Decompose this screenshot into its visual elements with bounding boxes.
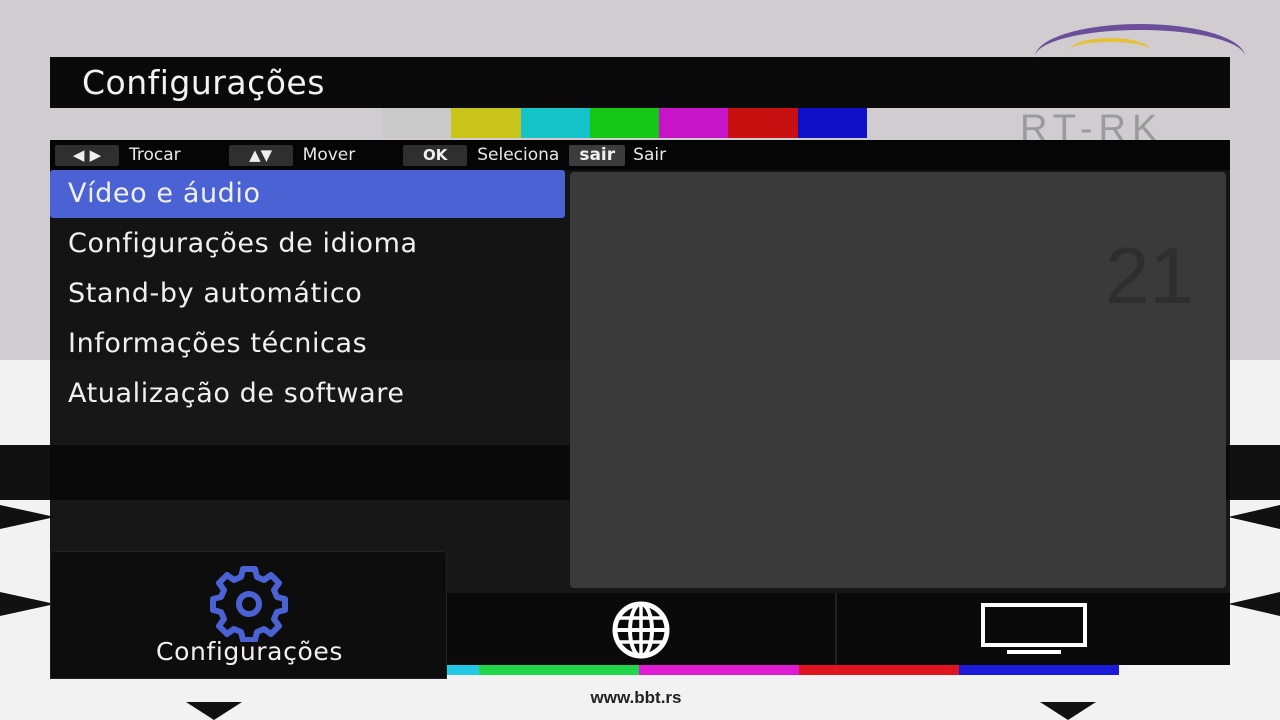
page-title: Configurações: [82, 63, 325, 102]
background-channel-number: 21: [1105, 231, 1194, 320]
left-right-key: ◀ ▶: [55, 144, 119, 166]
tab-settings-label: Configurações: [156, 637, 343, 666]
menu-item-language[interactable]: Configurações de idioma: [50, 220, 565, 268]
settings-panel: Vídeo e áudio Configurações de idioma St…: [50, 170, 1230, 593]
exit-key: sair: [569, 144, 626, 166]
key-hint-bar: ◀ ▶ Trocar ▲▼ Mover OK Seleciona sair Sa…: [50, 140, 1230, 170]
arrow-right-icon: [1228, 505, 1280, 529]
hint-sair: Sair: [633, 145, 667, 165]
arrow-left-icon: [0, 592, 55, 616]
menu-item-software-update[interactable]: Atualização de software: [50, 370, 565, 418]
background-color-bars: [382, 108, 867, 138]
ok-key: OK: [403, 144, 468, 166]
menu-item-video-audio[interactable]: Vídeo e áudio: [50, 170, 565, 218]
hint-seleciona: Seleciona: [477, 145, 560, 165]
up-down-key: ▲▼: [228, 144, 293, 166]
menu-item-standby[interactable]: Stand-by automático: [50, 270, 565, 318]
menu-item-technical-info[interactable]: Informações técnicas: [50, 320, 565, 368]
footer-url: www.bbt.rs: [590, 688, 682, 707]
arrow-right-icon: [1228, 592, 1280, 616]
tab-settings[interactable]: Configurações: [50, 551, 447, 679]
tab-tv[interactable]: [837, 593, 1230, 665]
arrow-left-icon: [0, 505, 55, 529]
globe-icon: [612, 601, 670, 659]
color-strip: [447, 665, 1119, 675]
title-bar: Configurações: [50, 57, 1230, 108]
hint-mover: Mover: [302, 145, 356, 165]
hint-trocar: Trocar: [129, 145, 181, 165]
tab-globe[interactable]: [447, 593, 835, 665]
tv-icon: [981, 603, 1087, 654]
gear-icon: [210, 566, 288, 642]
